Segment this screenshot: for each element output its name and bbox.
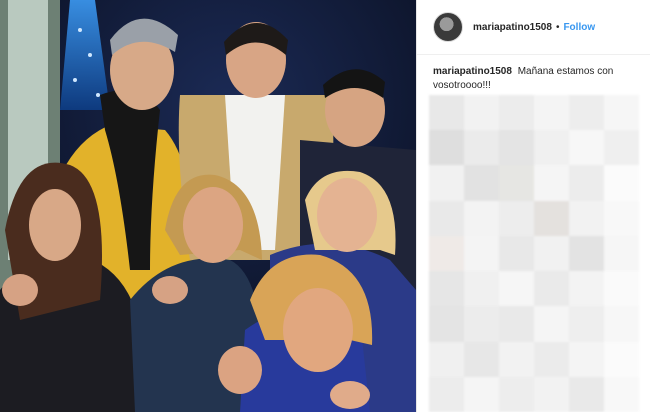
username-link[interactable]: mariapatino1508 bbox=[473, 22, 552, 33]
separator-dot: • bbox=[555, 21, 560, 33]
post-header: mariapatino1508 • Follow bbox=[417, 0, 650, 55]
follow-button[interactable]: Follow bbox=[563, 22, 595, 33]
group-photo-illustration bbox=[0, 0, 416, 412]
caption-username[interactable]: mariapatino1508 bbox=[433, 66, 512, 77]
post-photo[interactable] bbox=[0, 0, 416, 412]
profile-avatar[interactable] bbox=[433, 12, 463, 42]
pixelated-comments-area bbox=[429, 95, 639, 412]
post-sidebar: mariapatino1508 • Follow mariapatino1508… bbox=[416, 0, 650, 412]
post-caption: mariapatino1508 Mañana estamos con vosot… bbox=[417, 55, 650, 93]
